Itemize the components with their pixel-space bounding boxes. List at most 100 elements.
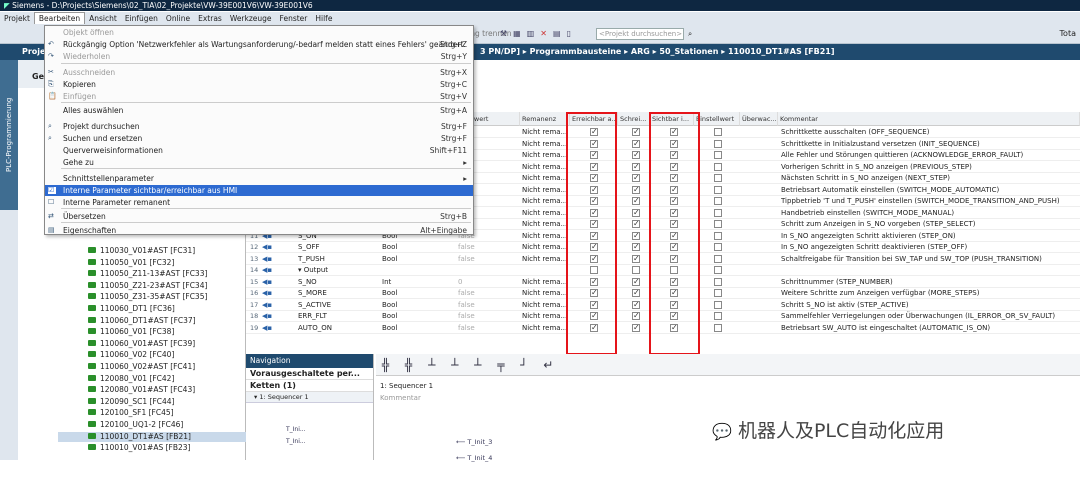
transition-init-4[interactable]: ⟵ T_Init_4 (456, 454, 492, 462)
col-remanenz[interactable]: Remanenz (520, 112, 570, 126)
menu-item-interne-parameter-sichtbar[interactable]: ☑ Interne Parameter sichtbar/erreichbar a… (45, 185, 473, 196)
toolbar-icon-1[interactable]: ⚒ (500, 29, 507, 38)
tree-item[interactable]: 110060_DT1#AST [FC37] (88, 316, 196, 326)
checkbox-schreibbar[interactable] (632, 254, 640, 263)
menu-item-gehe-zu[interactable]: Gehe zu ▸ (45, 157, 473, 168)
nav-row-sequencer[interactable]: ▾ 1: Sequencer 1 (246, 392, 373, 403)
menu-item-alles-auswaehlen[interactable]: Alles auswählen Strg+A (45, 105, 473, 116)
checkbox-einstellwert[interactable] (714, 139, 722, 148)
checkbox-schreibbar[interactable] (632, 174, 640, 182)
tree-item[interactable]: 120080_V01#AST [FC43] (88, 385, 195, 395)
menu-item-rueckgaengig[interactable]: ↶ Rückgängig Option 'Netzwerkfehler als W… (45, 39, 473, 50)
checkbox-einstellwert[interactable] (714, 277, 722, 286)
menu-item-suchen-ersetzen[interactable]: ⌕ Suchen und ersetzen Strg+F (45, 133, 473, 144)
comment-label[interactable]: Kommentar (380, 394, 421, 402)
menu-bearbeiten[interactable]: Bearbeiten (33, 12, 86, 24)
nav-row-vorausgeschaltet[interactable]: Vorausgeschaltete per... (246, 368, 373, 380)
checkbox-einstellwert[interactable] (714, 162, 722, 171)
checkbox-schreibbar[interactable] (632, 151, 640, 159)
menu-item-projekt-durchsuchen[interactable]: ⌕ Projekt durchsuchen Strg+F (45, 121, 473, 132)
close-icon[interactable]: ✕ (540, 29, 547, 38)
checkbox-einstellwert[interactable] (714, 323, 722, 332)
checkbox-einstellwert[interactable] (714, 300, 722, 309)
toolbar-icon-3[interactable]: ▥ (527, 29, 535, 38)
checkbox-einstellwert[interactable] (714, 208, 722, 217)
checkbox-schreibbar[interactable] (632, 162, 640, 171)
checkbox-schreibbar[interactable] (632, 266, 640, 274)
tree-item[interactable]: 110030_V01#AST [FC31] (88, 246, 195, 256)
checkbox-einstellwert[interactable] (714, 289, 722, 297)
checkbox-einstellwert[interactable] (714, 197, 722, 205)
menu-item-uebersetzen[interactable]: ⇄ Übersetzen Strg+B (45, 211, 473, 222)
search-icon[interactable]: ⌕ (688, 29, 692, 39)
tree-item[interactable]: 110050_Z31-35#AST [FC35] (88, 292, 207, 302)
checkbox-schreibbar[interactable] (632, 197, 640, 205)
checkbox-schreibbar[interactable] (632, 243, 640, 251)
col-ueberwachung[interactable]: Überwac... (740, 112, 778, 126)
wiederholen-icon: ↷ (48, 52, 54, 60)
menu-item-eigenschaften[interactable]: ▤ Eigenschaften Alt+Eingabe (45, 225, 473, 236)
transition-init-3[interactable]: ⟵ T_Init_3 (456, 438, 492, 446)
col-einstellwert[interactable]: Einstellwert (694, 112, 740, 126)
sfc-toolbar[interactable]: ╬ ╬ ┴ ┴ ┴ ╤ ┘ ↵ (376, 354, 1080, 376)
checkbox-einstellwert[interactable] (714, 254, 722, 263)
tree-item[interactable]: 120100_SF1 [FC45] (88, 408, 174, 418)
tree-item[interactable]: 110050_Z11-13#AST [FC33] (88, 269, 207, 279)
checkbox-schreibbar[interactable] (632, 231, 640, 240)
nav-row-ketten[interactable]: Ketten (1) (246, 380, 373, 392)
checkbox-schreibbar[interactable] (632, 185, 640, 194)
menu-item-interne-parameter-remanent[interactable]: ☐ Interne Parameter remanent (45, 197, 473, 208)
checkbox-einstellwert[interactable] (714, 128, 722, 136)
checkbox-schreibbar[interactable] (632, 208, 640, 217)
tree-item[interactable]: 110060_DT1 [FC36] (88, 304, 175, 314)
tree-item[interactable]: 110010_V01#AS [FB23] (88, 443, 190, 453)
breadcrumb-path[interactable]: 3 PN/DP] ▸ Programmbausteine ▸ ARG ▸ 50_… (480, 44, 835, 60)
param-comment: Schrittkette in Initialzustand versetzen… (781, 139, 980, 148)
checkbox-schreibbar[interactable] (632, 128, 640, 136)
split-icon[interactable]: ▤ (553, 29, 561, 38)
checkbox-schreibbar[interactable] (632, 277, 640, 286)
menu-item-querverweis[interactable]: Querverweisinformationen Shift+F11 (45, 145, 473, 156)
checkbox-schreibbar[interactable] (632, 289, 640, 297)
menu-item-label: Projekt durchsuchen (63, 122, 140, 131)
tree-item[interactable]: 110060_V01#AST [FC39] (88, 339, 195, 349)
checkbox-einstellwert[interactable] (714, 266, 722, 274)
row-number: 13 (250, 254, 259, 263)
checkbox-einstellwert[interactable] (714, 151, 722, 159)
plc-programming-tab[interactable]: PLC-Programmierung (0, 60, 18, 210)
menu-item-schnittstellenparameter[interactable]: Schnittstellenparameter ▸ (45, 173, 473, 184)
checkbox-einstellwert[interactable] (714, 243, 722, 251)
tree-item[interactable]: 110050_Z21-23#AST [FC34] (88, 281, 207, 291)
menu-item-shortcut: Strg+V (440, 92, 467, 101)
tree-item[interactable]: 110050_V01 [FC32] (88, 258, 174, 268)
menu-item-objekt-oeffnen[interactable]: Objekt öffnen (45, 27, 473, 38)
menu-item-kopieren[interactable]: ⎘ Kopieren Strg+C (45, 79, 473, 90)
checkbox-einstellwert[interactable] (714, 231, 722, 240)
checkbox-einstellwert[interactable] (714, 185, 722, 194)
tree-item[interactable]: 110060_V02#AST [FC41] (88, 362, 195, 372)
checkbox-schreibbar[interactable] (632, 300, 640, 309)
tree-item[interactable]: 120090_SC1 [FC44] (88, 397, 174, 407)
tree-item[interactable]: 110060_V02 [FC40] (88, 350, 174, 360)
tree-item[interactable]: 120080_V01 [FC42] (88, 374, 174, 384)
checkbox-schreibbar[interactable] (632, 139, 640, 148)
menu-item-wiederholen[interactable]: ↷ Wiederholen Strg+Y (45, 51, 473, 62)
checkbox-schreibbar[interactable] (632, 220, 640, 228)
col-kommentar[interactable]: Kommentar (778, 112, 1080, 126)
checkbox-schreibbar[interactable] (632, 323, 640, 332)
checkbox-schreibbar[interactable] (632, 312, 640, 320)
checkbox-einstellwert[interactable] (714, 174, 722, 182)
tree-item[interactable]: 110010_DT1#AS [FB21] (58, 431, 263, 442)
tree-item[interactable]: 120100_UQ1-2 [FC46] (88, 420, 183, 430)
nav-item-2[interactable]: T_Ini... (286, 438, 306, 445)
panel-icon[interactable]: ▯ (567, 29, 571, 38)
menu-item-einfuegen[interactable]: 📋 Einfügen Strg+V (45, 91, 473, 102)
col-schreibbar[interactable]: Schrei... (618, 112, 650, 126)
nav-item-1[interactable]: T_Ini... (286, 426, 306, 433)
tree-item[interactable]: 110060_V01 [FC38] (88, 327, 174, 337)
project-search-input[interactable]: <Projekt durchsuchen> (596, 28, 684, 40)
toolbar-icon-2[interactable]: ▦ (513, 29, 521, 38)
checkbox-einstellwert[interactable] (714, 312, 722, 320)
checkbox-einstellwert[interactable] (714, 220, 722, 228)
menu-item-ausschneiden[interactable]: ✂ Ausschneiden Strg+X (45, 67, 473, 78)
